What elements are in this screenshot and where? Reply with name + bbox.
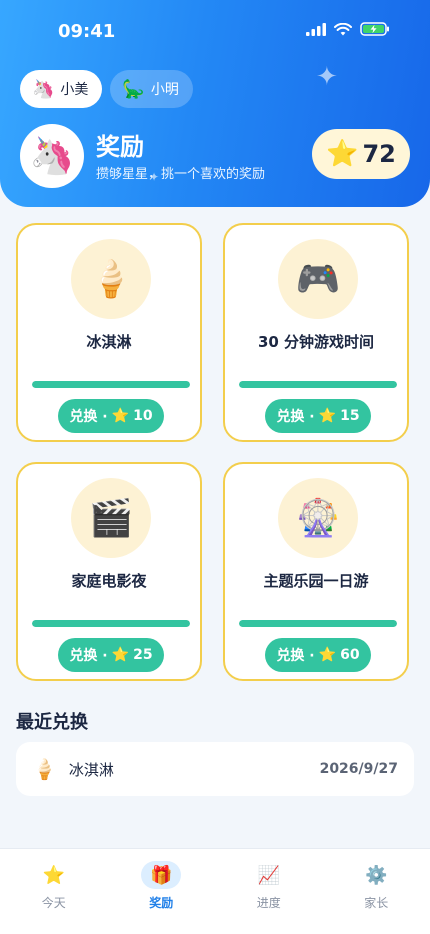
reward-card-movie-night[interactable]: 🎬 家庭电影夜 兑换 · ⭐ 25 bbox=[16, 462, 202, 681]
kid-switcher: 🦄 小美 🦕 小明 bbox=[20, 70, 193, 108]
reward-card-theme-park[interactable]: 🎡 主题乐园一日游 兑换 · ⭐ 60 bbox=[223, 462, 409, 681]
redeem-button[interactable]: 兑换 · ⭐ 60 bbox=[265, 638, 371, 672]
reward-progress-fill bbox=[239, 620, 397, 627]
reward-card-game-time[interactable]: 🎮 30 分钟游戏时间 兑换 · ⭐ 15 bbox=[223, 223, 409, 442]
status-time: 09:41 bbox=[58, 21, 116, 42]
page-subtitle: 攒够星星，挑一个喜欢的奖励 bbox=[96, 167, 266, 182]
ice-cream-icon-circle: 🍦 bbox=[71, 239, 151, 319]
status-icons bbox=[306, 22, 390, 36]
recent-item-date: 2026/9/27 bbox=[319, 761, 398, 777]
star-icon: ⭐ bbox=[326, 139, 359, 169]
nav-item-parents[interactable]: ⚙️ 家长 bbox=[323, 849, 430, 934]
reward-progress-bar bbox=[32, 381, 190, 388]
star-balance-badge: ⭐ 72 bbox=[312, 129, 410, 179]
ferris-wheel-icon-circle: 🎡 bbox=[278, 478, 358, 558]
reward-progress-bar bbox=[239, 620, 397, 627]
ice-cream-icon: 🍦 bbox=[32, 757, 57, 781]
reward-title: 30 分钟游戏时间 bbox=[257, 333, 375, 351]
reward-title: 冰淇淋 bbox=[86, 333, 132, 351]
header-banner: 09:41 ✦ ✦ 🦄 小美 🦕 小明 🦄 奖励 攒够星星，挑一个喜欢的奖励 ⭐… bbox=[0, 0, 430, 207]
bottom-nav: ⭐ 今天 🎁 奖励 📈 进度 ⚙️ 家长 bbox=[0, 848, 430, 934]
sparkle-icon: ✦ bbox=[316, 62, 338, 92]
clapperboard-icon-circle: 🎬 bbox=[71, 478, 151, 558]
avatar: 🦄 bbox=[20, 124, 84, 188]
reward-progress-fill bbox=[239, 381, 397, 388]
redeem-button-label: 兑换 · bbox=[69, 409, 108, 425]
nav-label: 奖励 bbox=[149, 896, 174, 910]
page-title: 奖励 bbox=[96, 133, 144, 161]
nav-label: 家长 bbox=[364, 896, 389, 910]
star-icon: ⭐ bbox=[318, 408, 337, 424]
kid-tab-label: 小美 bbox=[60, 82, 89, 98]
ice-cream-icon: 🍦 bbox=[88, 259, 134, 300]
star-icon: ⭐ bbox=[42, 864, 65, 886]
redeem-cost: 60 bbox=[340, 647, 360, 663]
clapperboard-icon: 🎬 bbox=[88, 498, 134, 539]
reward-title: 家庭电影夜 bbox=[71, 572, 147, 590]
dinosaur-icon: 🦕 bbox=[122, 78, 145, 100]
gift-icon: 🎁 bbox=[141, 861, 182, 889]
unicorn-icon: 🦄 bbox=[32, 78, 55, 100]
unicorn-icon: 🦄 bbox=[29, 136, 75, 177]
redeem-button-label: 兑换 · bbox=[276, 648, 315, 664]
star-icon: ⭐ bbox=[111, 647, 130, 663]
game-controller-icon-circle: 🎮 bbox=[278, 239, 358, 319]
reward-progress-fill bbox=[32, 620, 190, 627]
kid-tab-label: 小明 bbox=[150, 82, 179, 98]
star-icon: ⭐ bbox=[318, 647, 337, 663]
wifi-icon bbox=[334, 22, 352, 35]
redeem-button-label: 兑换 · bbox=[276, 409, 315, 425]
star-balance-count: 72 bbox=[362, 140, 396, 168]
battery-charging-icon bbox=[360, 22, 389, 36]
nav-label: 今天 bbox=[41, 896, 66, 910]
recent-section-title: 最近兑换 bbox=[16, 712, 88, 733]
kid-tab-xiaoming[interactable]: 🦕 小明 bbox=[110, 70, 193, 108]
rewards-screen: 09:41 ✦ ✦ 🦄 小美 🦕 小明 🦄 奖励 攒够星星，挑一个喜欢的奖励 ⭐… bbox=[0, 0, 430, 934]
redeem-button[interactable]: 兑换 · ⭐ 15 bbox=[265, 399, 371, 433]
reward-progress-bar bbox=[239, 381, 397, 388]
nav-item-progress[interactable]: 📈 进度 bbox=[215, 849, 323, 934]
reward-progress-bar bbox=[32, 620, 190, 627]
reward-progress-fill bbox=[32, 381, 190, 388]
kid-tab-xiaomei[interactable]: 🦄 小美 bbox=[20, 70, 103, 108]
reward-title: 主题乐园一日游 bbox=[263, 572, 369, 590]
reward-card-ice-cream[interactable]: 🍦 冰淇淋 兑换 · ⭐ 10 bbox=[16, 223, 202, 442]
redeem-button[interactable]: 兑换 · ⭐ 25 bbox=[58, 638, 164, 672]
nav-item-today[interactable]: ⭐ 今天 bbox=[0, 849, 108, 934]
game-controller-icon: 🎮 bbox=[295, 259, 341, 300]
redeem-cost: 25 bbox=[133, 647, 153, 663]
gear-icon: ⚙️ bbox=[365, 864, 388, 886]
signal-icon bbox=[306, 22, 326, 36]
redeem-cost: 15 bbox=[340, 408, 360, 424]
ferris-wheel-icon: 🎡 bbox=[295, 498, 341, 539]
recent-item-name: 冰淇淋 bbox=[68, 760, 114, 779]
list-item[interactable]: 🍦 冰淇淋 2026/9/27 bbox=[16, 742, 414, 796]
star-icon: ⭐ bbox=[111, 408, 130, 424]
chart-icon: 📈 bbox=[257, 864, 280, 886]
nav-label: 进度 bbox=[256, 896, 281, 910]
nav-item-rewards[interactable]: 🎁 奖励 bbox=[108, 849, 216, 934]
redeem-button-label: 兑换 · bbox=[69, 648, 108, 664]
redeem-cost: 10 bbox=[133, 408, 153, 424]
redeem-button[interactable]: 兑换 · ⭐ 10 bbox=[58, 399, 164, 433]
